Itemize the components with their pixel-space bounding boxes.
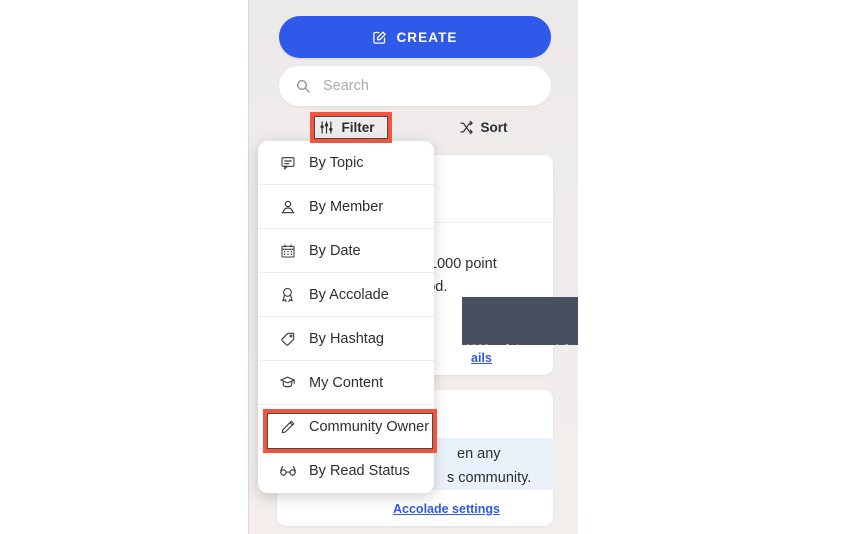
menu-item-label: My Content [309, 374, 384, 391]
search-box[interactable] [279, 66, 551, 106]
filter-dropdown-menu: By Topic By Member By Date By Accolade B… [258, 141, 434, 493]
menu-item-by-member[interactable]: By Member [258, 185, 434, 229]
menu-item-community-owner[interactable]: Community Owner [258, 405, 434, 449]
menu-item-by-read-status[interactable]: By Read Status [258, 449, 434, 493]
person-bust-icon [278, 199, 297, 215]
card-bottom-line1: en any [457, 446, 501, 462]
menu-item-my-content[interactable]: My Content [258, 361, 434, 405]
award-ribbon-icon [278, 286, 297, 303]
details-link[interactable]: ails [471, 351, 492, 365]
menu-item-label: By Accolade [309, 286, 389, 303]
graduation-cap-icon [278, 374, 297, 391]
menu-item-label: Community Owner [309, 418, 430, 435]
menu-item-by-accolade[interactable]: By Accolade [258, 273, 434, 317]
sort-button-label: Sort [480, 119, 508, 135]
menu-item-label: By Hashtag [309, 330, 384, 347]
create-button-label: CREATE [396, 29, 458, 45]
menu-item-by-hashtag[interactable]: By Hashtag [258, 317, 434, 361]
calendar-icon [278, 243, 297, 259]
tag-icon [278, 331, 297, 347]
compose-pencil-square-icon [372, 30, 387, 45]
sort-button[interactable]: Sort [415, 112, 551, 142]
menu-item-by-topic[interactable]: By Topic [258, 141, 434, 185]
card-bottom-line2: s community. [447, 470, 532, 486]
pencil-icon [278, 419, 297, 435]
comment-bubble-icon [278, 155, 297, 171]
sliders-filter-icon [319, 120, 334, 135]
screenshot-root: 1000 point iod. 1000 points away! Get 1:… [0, 0, 855, 534]
menu-item-label: By Date [309, 242, 361, 259]
filter-button[interactable]: Filter [279, 112, 415, 142]
filter-sort-row: Filter Sort [279, 112, 551, 142]
create-button[interactable]: CREATE [279, 16, 551, 58]
menu-item-label: By Member [309, 198, 384, 215]
points-banner: 1000 points away! Get 1:59 pm EST –Midni… [462, 297, 578, 345]
search-input[interactable] [323, 78, 535, 94]
menu-item-label: By Topic [309, 154, 364, 171]
filter-button-label: Filter [341, 119, 375, 135]
menu-item-label: By Read Status [309, 463, 410, 479]
accolade-settings-link[interactable]: Accolade settings [393, 502, 500, 516]
search-icon [295, 78, 311, 94]
shuffle-sort-icon [459, 120, 474, 135]
points-banner-line1: 1000 points away! Get [465, 340, 578, 345]
card-top-line1: 1000 point [429, 256, 497, 272]
eyeglasses-icon [278, 462, 297, 480]
menu-item-by-date[interactable]: By Date [258, 229, 434, 273]
